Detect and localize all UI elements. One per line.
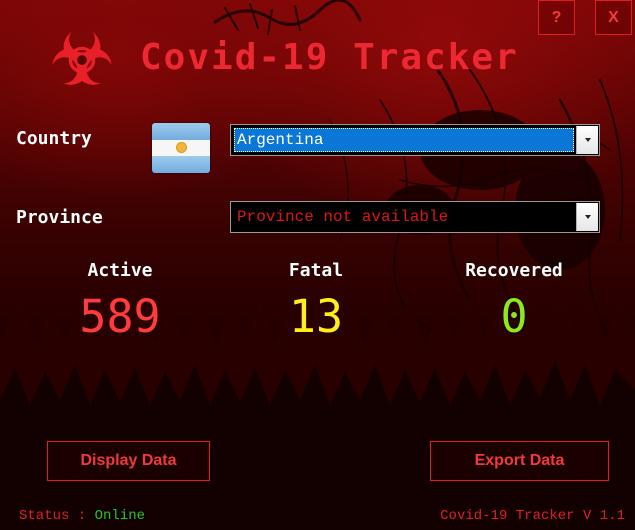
biohazard-icon — [52, 28, 112, 85]
chevron-down-icon[interactable] — [576, 203, 598, 231]
recovered-count: 0 — [500, 290, 528, 343]
recovered-label: Recovered — [465, 260, 563, 281]
chevron-down-icon[interactable] — [576, 126, 598, 154]
argentina-flag-icon — [152, 123, 210, 173]
status-value: Online — [94, 508, 146, 524]
fatal-label: Fatal — [288, 260, 344, 281]
app-title: Covid-19 Tracker — [140, 37, 519, 78]
active-count: 589 — [79, 290, 161, 343]
active-label: Active — [87, 260, 153, 281]
status-indicator: Status : Online — [19, 508, 145, 524]
province-selected-value: Province not available — [237, 208, 449, 226]
export-data-button[interactable]: Export Data — [430, 441, 609, 481]
country-label: Country — [16, 128, 92, 149]
country-dropdown[interactable]: Argentina — [230, 124, 600, 156]
fatal-count: 13 — [288, 290, 344, 343]
help-button[interactable]: ? — [538, 0, 575, 35]
country-selected-value: Argentina — [234, 128, 574, 152]
version-label: Covid-19 Tracker V 1.1 — [440, 508, 625, 524]
province-dropdown[interactable]: Province not available — [230, 201, 600, 233]
close-button[interactable]: X — [595, 0, 632, 35]
app-window: Covid-19 Tracker ? X Country Argentina P… — [0, 0, 635, 530]
province-label: Province — [16, 207, 103, 228]
status-label: Status : — [19, 508, 95, 524]
display-data-button[interactable]: Display Data — [47, 441, 210, 481]
